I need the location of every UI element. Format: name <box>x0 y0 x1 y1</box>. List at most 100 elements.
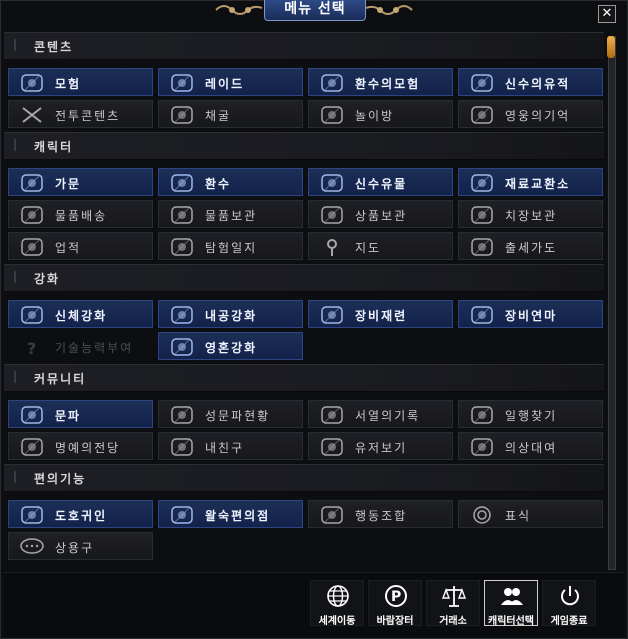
menu-button-label: 표식 <box>505 509 532 523</box>
menu-button[interactable]: 내친구 <box>158 432 303 460</box>
bottom-bar-button[interactable]: 세계이동 <box>310 580 364 627</box>
menu-button[interactable]: 치장보관 <box>458 200 603 228</box>
menu-button[interactable]: 모험 <box>8 68 153 96</box>
menu-button[interactable]: 지도 <box>308 232 453 260</box>
menu-button-label: 모험 <box>55 77 82 91</box>
bottom-bar-label: 캐릭터선택 <box>488 616 534 627</box>
bottom-bar-button[interactable]: 캐릭터선택 <box>484 580 538 627</box>
section-marker <box>14 139 26 151</box>
menu-button[interactable]: 채굴 <box>158 100 303 128</box>
menu-button[interactable]: 장비재련 <box>308 300 453 328</box>
section-label: 커뮤니티 <box>34 372 87 386</box>
menu-button-label: 탐험일지 <box>205 241 258 255</box>
menu-button[interactable]: 서열의기록 <box>308 400 453 428</box>
raid-icon <box>167 72 197 94</box>
menu-button[interactable]: 신수유물 <box>308 168 453 196</box>
clan-icon <box>17 172 47 194</box>
hero-memory-icon <box>467 104 497 126</box>
bottom-bar-label: 게임종료 <box>550 616 588 627</box>
menu-button[interactable]: 환수 <box>158 168 303 196</box>
delivery-icon <box>17 204 47 226</box>
menu-button-label: 전투콘텐츠 <box>55 109 121 123</box>
bottom-bar-button[interactable]: 게임종료 <box>542 580 596 627</box>
menu-button[interactable]: 출세가도 <box>458 232 603 260</box>
goods-storage-icon <box>317 204 347 226</box>
menu-button[interactable]: 상품보관 <box>308 200 453 228</box>
close-button[interactable]: ✕ <box>598 5 616 23</box>
window-title: 메뉴 선택 <box>264 0 366 21</box>
marker-icon <box>467 504 497 526</box>
section-marker <box>14 471 26 483</box>
menu-button[interactable]: 장비연마 <box>458 300 603 328</box>
menu-button-label: 레이드 <box>205 77 245 91</box>
bottom-bar-button[interactable]: P 바람장터 <box>368 580 422 627</box>
bottom-bar-label: 거래소 <box>439 616 467 627</box>
inner-power-icon <box>167 304 197 326</box>
bottom-bar-label: 바람장터 <box>376 616 414 627</box>
menu-button[interactable]: 신체강화 <box>8 300 153 328</box>
menu-button[interactable]: 재료교환소 <box>458 168 603 196</box>
menu-button[interactable]: 유저보기 <box>308 432 453 460</box>
ranking-icon <box>317 404 347 426</box>
bottom-bar-label: 세계이동 <box>318 616 356 627</box>
menu-button[interactable]: 레이드 <box>158 68 303 96</box>
characters-icon <box>499 583 525 609</box>
mining-icon <box>167 104 197 126</box>
menu-button-label: 일행찾기 <box>505 409 558 423</box>
menu-button[interactable]: 영웅의기억 <box>458 100 603 128</box>
menu-button[interactable]: 도호귀인 <box>8 500 153 528</box>
menu-button[interactable]: 전투콘텐츠 <box>8 100 153 128</box>
scrollbar-thumb[interactable] <box>607 36 615 58</box>
action-combo-icon <box>317 504 347 526</box>
menu-button[interactable]: 문파 <box>8 400 153 428</box>
menu-button-label: 채굴 <box>205 109 232 123</box>
spirit-adventure-icon <box>317 72 347 94</box>
menu-button[interactable]: 내공강화 <box>158 300 303 328</box>
menu-button-label: 놀이방 <box>355 109 395 123</box>
bottom-bar-button[interactable]: 거래소 <box>426 580 480 627</box>
menu-button-label: 영웅의기억 <box>505 109 571 123</box>
menu-button-label: 상용구 <box>55 541 95 555</box>
menu-button-label: 물품배송 <box>55 209 108 223</box>
menu-button-label: 신수의유적 <box>505 77 571 91</box>
menu-button[interactable]: 업적 <box>8 232 153 260</box>
section-header: 커뮤니티 <box>4 364 604 392</box>
section-marker <box>14 271 26 283</box>
menu-button[interactable]: 의상대여 <box>458 432 603 460</box>
menu-button[interactable]: 물품배송 <box>8 200 153 228</box>
menu-button[interactable]: 상용구 <box>8 532 153 560</box>
menu-button-label: 행동조합 <box>355 509 408 523</box>
adventure-icon <box>17 72 47 94</box>
divine-relic-icon <box>317 172 347 194</box>
map-pin-icon <box>317 236 347 258</box>
menu-button[interactable]: 왈숙편의점 <box>158 500 303 528</box>
section-marker <box>14 39 26 51</box>
question-icon: ? <box>17 336 47 358</box>
menu-button[interactable]: 신수의유적 <box>458 68 603 96</box>
menu-button[interactable]: 행동조합 <box>308 500 453 528</box>
left-ornament-icon <box>215 5 263 15</box>
menu-button[interactable]: 성문파현황 <box>158 400 303 428</box>
menu-button[interactable]: 영혼강화 <box>158 332 303 360</box>
scrollbar-track[interactable] <box>608 36 616 570</box>
playroom-icon <box>317 104 347 126</box>
menu-button[interactable]: 표식 <box>458 500 603 528</box>
menu-button-label: 기술능력부여 <box>55 341 134 355</box>
menu-button-label: 영혼강화 <box>205 341 258 355</box>
menu-button[interactable]: 환수의모험 <box>308 68 453 96</box>
menu-button[interactable]: 가문 <box>8 168 153 196</box>
menu-button[interactable]: 일행찾기 <box>458 400 603 428</box>
power-icon <box>557 583 583 609</box>
menu-button-label: 서열의기록 <box>355 409 421 423</box>
guild-icon <box>17 404 47 426</box>
section-label: 편의기능 <box>34 472 87 486</box>
soul-enhance-icon <box>167 336 197 358</box>
menu-button[interactable]: 명예의전당 <box>8 432 153 460</box>
career-path-icon <box>467 236 497 258</box>
menu-button[interactable]: 물품보관 <box>158 200 303 228</box>
menu-button-label: 명예의전당 <box>55 441 121 455</box>
menu-button[interactable]: 놀이방 <box>308 100 453 128</box>
section-header: 콘텐츠 <box>4 32 604 60</box>
menu-button[interactable]: 탐험일지 <box>158 232 303 260</box>
menu-button-label: 문파 <box>55 409 82 423</box>
